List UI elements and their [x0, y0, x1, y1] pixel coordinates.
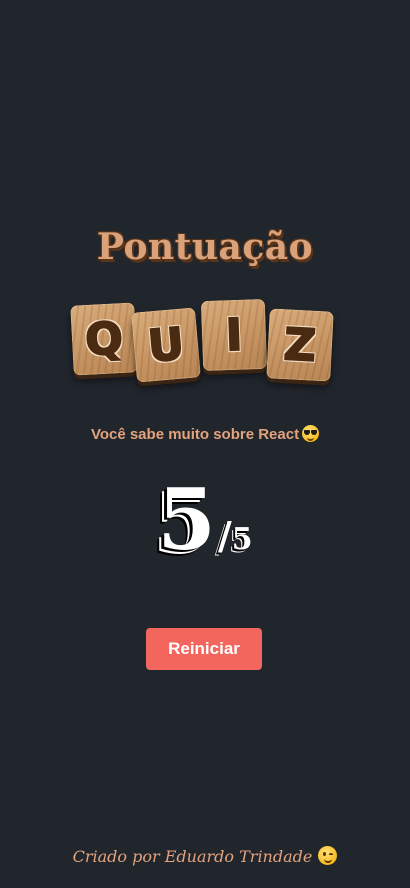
score-value: 5 [157, 470, 216, 569]
logo-tile-u: U [131, 307, 201, 383]
logo-letter: Q [83, 312, 125, 367]
logo-tile-q: Q [70, 302, 138, 376]
result-screen: Pontuação Q U I Z Você sabe muito sobre … [0, 0, 410, 888]
footer-credit-text: Criado por Eduardo Trindade [72, 847, 313, 866]
page-title: Pontuação [96, 226, 314, 268]
footer-credit: Criado por Eduardo Trindade [0, 846, 410, 866]
result-message: Você sabe muito sobre React [0, 425, 410, 443]
winking-emoji-icon [318, 846, 338, 865]
logo-letter: U [145, 317, 187, 373]
logo-tile-z: Z [266, 308, 334, 382]
score-display: 5/5 [0, 478, 410, 562]
result-message-text: Você sabe muito sobre React [90, 426, 300, 443]
quiz-logo: Q U I Z [70, 296, 340, 386]
logo-tile-i: I [200, 298, 268, 372]
score-total: 5 [231, 522, 253, 557]
restart-button[interactable]: Reiniciar [146, 628, 262, 670]
score-separator: / [217, 514, 232, 558]
sunglasses-emoji-icon [302, 425, 320, 442]
logo-letter: I [224, 308, 244, 362]
logo-letter: Z [282, 318, 319, 373]
